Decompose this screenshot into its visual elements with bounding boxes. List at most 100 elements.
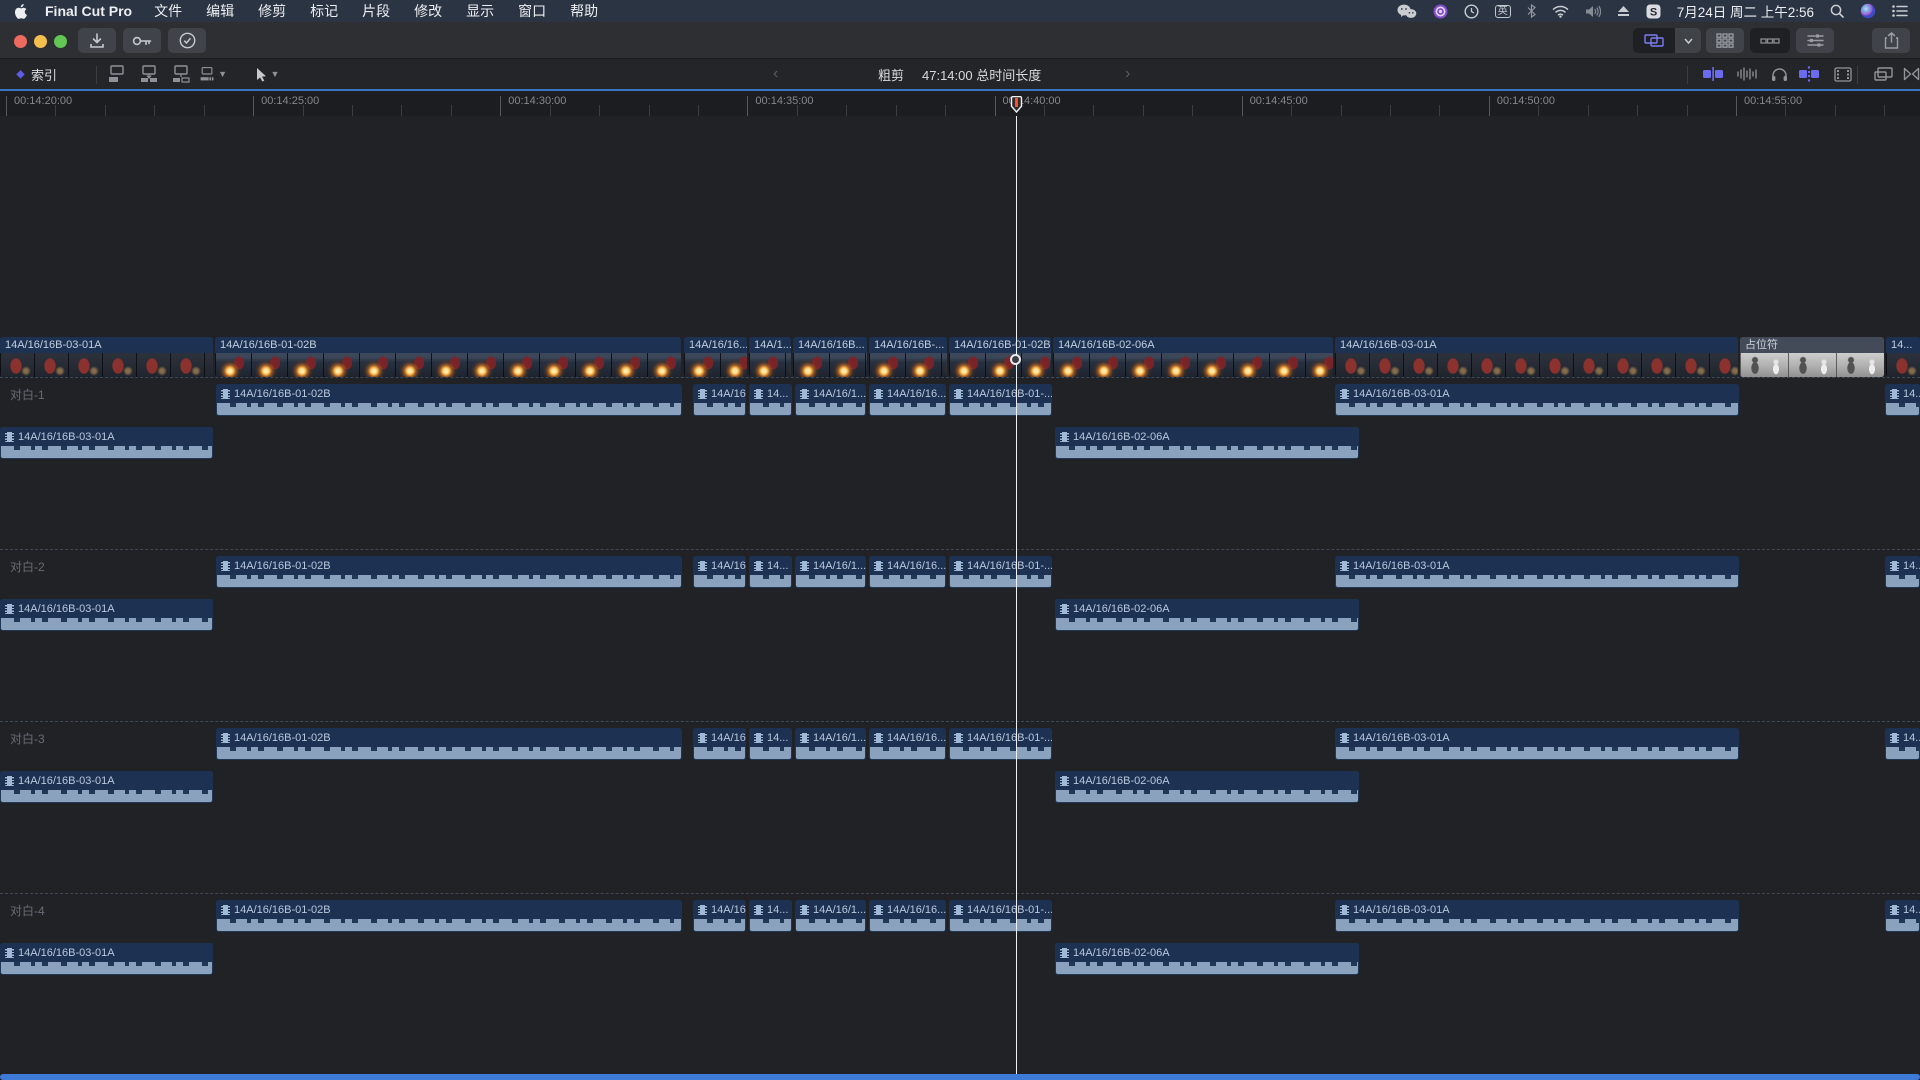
connected-clip[interactable]: 14A/16...: [693, 728, 746, 760]
connected-clip[interactable]: 14A/16/16B-03-01A: [1335, 384, 1739, 416]
connected-clip[interactable]: 14A/16/16B-02-06A: [1055, 943, 1359, 975]
wechat-icon[interactable]: [1397, 4, 1417, 19]
clip-appearance-button[interactable]: [1830, 59, 1856, 89]
insert-edit-button[interactable]: [135, 59, 163, 89]
playhead-handle[interactable]: [1010, 354, 1021, 365]
append-edit-button[interactable]: [167, 59, 195, 89]
active-app-name[interactable]: Final Cut Pro: [45, 3, 132, 19]
storyline-clip[interactable]: 14A/16/16B-01-02B: [949, 337, 1051, 377]
external-display-control[interactable]: [1633, 28, 1701, 53]
storyline-clip[interactable]: 14A/16/16B-01-02B: [215, 337, 681, 377]
connected-clip[interactable]: 14A/16/16B-03-01A: [1335, 900, 1739, 932]
time-machine-icon[interactable]: [1464, 4, 1479, 19]
connected-clip[interactable]: 14...: [749, 384, 792, 416]
connected-clip[interactable]: 14A/16...: [693, 384, 746, 416]
menu-item-8[interactable]: 窗口: [518, 3, 546, 19]
connected-clip[interactable]: 14...: [749, 900, 792, 932]
storyline-clip[interactable]: 14A/16/16B-02-06A: [1053, 337, 1333, 377]
menu-item-5[interactable]: 片段: [362, 3, 390, 19]
connected-clip[interactable]: 14A/16/16B-01-02B: [216, 900, 682, 932]
playhead-line[interactable]: [1016, 116, 1017, 1074]
connected-clip[interactable]: 14A/16/16...: [869, 556, 946, 588]
connected-clip[interactable]: 14A/16/1...: [795, 556, 866, 588]
volume-icon[interactable]: [1585, 5, 1601, 18]
connected-clip[interactable]: 14A/16/16B-03-01A: [1335, 728, 1739, 760]
playhead-top-marker[interactable]: [1010, 96, 1023, 113]
connected-clip[interactable]: 14A/16...: [693, 900, 746, 932]
connected-clip[interactable]: 14A/16/16B-02-06A: [1055, 427, 1359, 459]
connected-clip[interactable]: 14A/16...: [693, 556, 746, 588]
menu-item-7[interactable]: 显示: [466, 3, 494, 19]
menu-item-6[interactable]: 修改: [414, 3, 442, 19]
minimize-window-button[interactable]: [34, 35, 47, 48]
overwrite-edit-button[interactable]: ▼: [199, 59, 227, 89]
menu-item-1[interactable]: 文件: [154, 3, 182, 19]
connected-clip[interactable]: 14...: [1885, 900, 1920, 932]
nav-back-button[interactable]: ‹: [773, 59, 778, 89]
connected-clip[interactable]: 14A/16/16...: [869, 728, 946, 760]
dual-monitor-icon[interactable]: [1633, 28, 1675, 53]
storyline-clip[interactable]: 14...: [1886, 337, 1920, 377]
menu-item-9[interactable]: 帮助: [570, 3, 598, 19]
audio-skimming-toggle[interactable]: [1734, 59, 1760, 89]
connected-clip[interactable]: 14A/16/16B-01-02B: [216, 728, 682, 760]
trim-display-button[interactable]: [1898, 59, 1920, 89]
nav-forward-button[interactable]: ›: [1125, 59, 1130, 89]
storyline-clip[interactable]: 14A/16/16B-03-01A: [0, 337, 213, 377]
connected-clip[interactable]: 14A/16/1...: [795, 728, 866, 760]
browser-grid-button[interactable]: [1706, 28, 1744, 53]
timeline-view-button[interactable]: [1750, 28, 1790, 53]
connected-clip[interactable]: 14A/16/16B-02-06A: [1055, 599, 1359, 631]
solo-toggle[interactable]: [1766, 59, 1792, 89]
connected-clip[interactable]: 14A/16/16...: [869, 900, 946, 932]
zoom-window-button[interactable]: [54, 35, 67, 48]
connected-clip[interactable]: 14A/16/16...: [869, 384, 946, 416]
screenshot-app-icon[interactable]: S: [1646, 4, 1661, 19]
connected-clip[interactable]: 14...: [1885, 728, 1920, 760]
record-icon[interactable]: [1433, 4, 1448, 19]
storyline-clip[interactable]: 14A/16/16B-...: [869, 337, 947, 377]
share-button[interactable]: [1872, 28, 1910, 53]
connected-clip[interactable]: 14...: [749, 728, 792, 760]
connected-clip[interactable]: 14...: [1885, 384, 1920, 416]
connected-clip[interactable]: 14A/16/16B-01-02B: [216, 384, 682, 416]
input-source-icon[interactable]: 英: [1495, 5, 1511, 18]
menu-item-2[interactable]: 编辑: [206, 3, 234, 19]
timeline-canvas[interactable]: 14A/16/16B-03-01A14A/16/16B-01-02B14A/16…: [0, 116, 1920, 1074]
snapping-toggle[interactable]: [1796, 59, 1822, 89]
connected-clip[interactable]: 14A/16/16B-03-01A: [0, 427, 213, 459]
connected-clip[interactable]: 14A/16/1...: [795, 900, 866, 932]
display-chevron-icon[interactable]: [1675, 28, 1701, 53]
wifi-icon[interactable]: [1552, 5, 1569, 18]
connect-edit-button[interactable]: [103, 59, 131, 89]
connected-clip[interactable]: 14A/16/16B-02-06A: [1055, 771, 1359, 803]
close-window-button[interactable]: [14, 35, 27, 48]
project-name[interactable]: 粗剪: [878, 59, 904, 89]
skimming-toggle[interactable]: [1700, 59, 1726, 89]
select-tool-button[interactable]: ▼: [252, 59, 282, 89]
connected-clip[interactable]: 14A/16/16B-03-01A: [0, 943, 213, 975]
pip-display-button[interactable]: [1870, 59, 1896, 89]
connected-clip[interactable]: 14A/16/16B-01-...: [949, 556, 1052, 588]
connected-clip[interactable]: 14A/16/1...: [795, 384, 866, 416]
import-media-button[interactable]: [78, 28, 116, 53]
connected-clip[interactable]: 14A/16/16B-01-...: [949, 900, 1052, 932]
connected-clip[interactable]: 14A/16/16B-03-01A: [1335, 556, 1739, 588]
storyline-clip[interactable]: 14A/16/16B-03-01A: [1335, 337, 1738, 377]
connected-clip[interactable]: 14A/16/16B-01-02B: [216, 556, 682, 588]
connected-clip[interactable]: 14A/16/16B-03-01A: [0, 599, 213, 631]
siri-icon[interactable]: [1860, 3, 1876, 19]
keywords-button[interactable]: [123, 28, 161, 53]
storyline-clip[interactable]: 14A/16/16...: [684, 337, 747, 377]
spotlight-icon[interactable]: [1830, 4, 1844, 18]
connected-clip[interactable]: 14A/16/16B-03-01A: [0, 771, 213, 803]
storyline-clip[interactable]: 14A/16/16B...: [793, 337, 867, 377]
storyline-clip[interactable]: 14A/1...: [749, 337, 791, 377]
index-button[interactable]: 索引: [31, 59, 57, 89]
storyline-clip[interactable]: 占位符: [1740, 337, 1884, 377]
connected-clip[interactable]: 14A/16/16B-01-...: [949, 384, 1052, 416]
connected-clip[interactable]: 14A/16/16B-01-...: [949, 728, 1052, 760]
background-tasks-button[interactable]: [168, 28, 206, 53]
apple-menu-icon[interactable]: [14, 4, 27, 19]
control-center-icon[interactable]: [1892, 5, 1908, 17]
